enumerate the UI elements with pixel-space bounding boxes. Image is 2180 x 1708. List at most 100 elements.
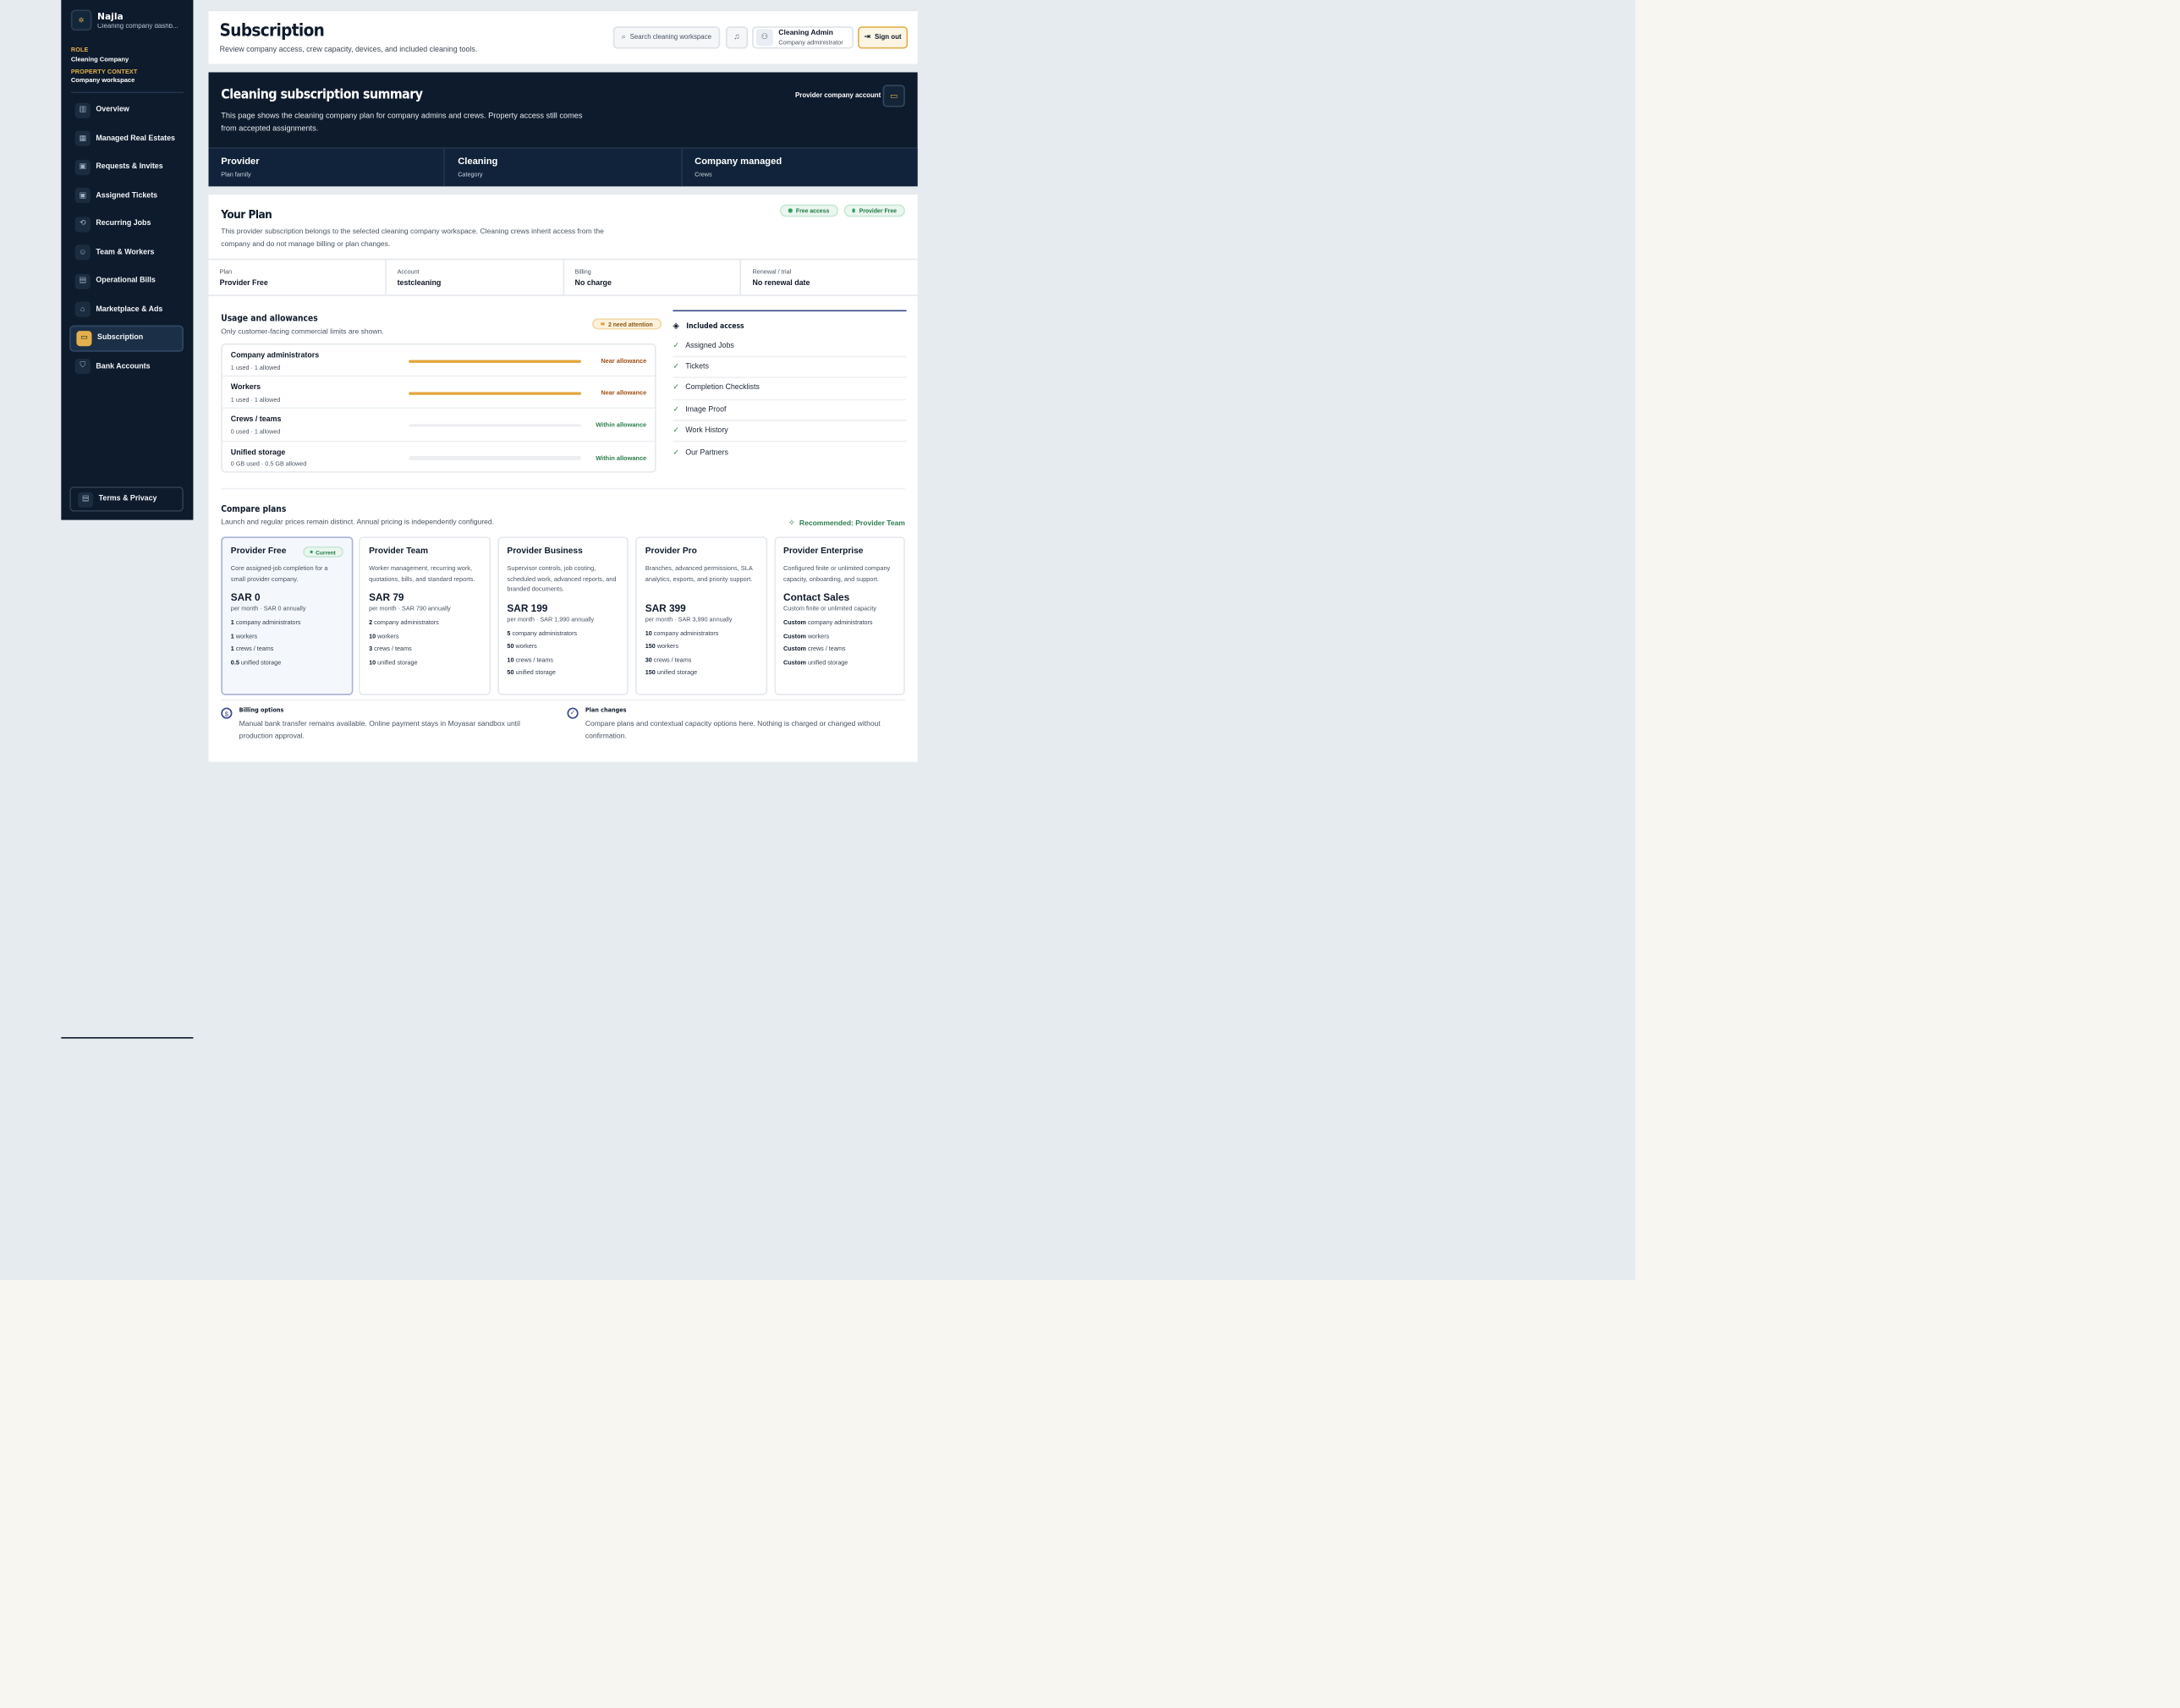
clipboard-icon: ▣ bbox=[74, 188, 91, 204]
plan-feature-label: workers bbox=[807, 631, 830, 640]
plan-card-name: Provider Team bbox=[369, 546, 429, 557]
plan-feature: 10 workers bbox=[369, 632, 480, 645]
dollar-icon: $ bbox=[221, 707, 233, 719]
plan-card[interactable]: Provider Free Current Core assigned-job co… bbox=[221, 536, 353, 695]
plan-feature-label: crews / teams bbox=[653, 655, 692, 663]
included-access-item: ✓ Assigned Jobs bbox=[673, 337, 907, 358]
plan-card[interactable]: Provider Pro Branches, advanced permissio… bbox=[635, 536, 767, 695]
sidebar-item-operational-bills[interactable]: ▤ Operational Bills bbox=[69, 268, 184, 294]
sidebar-item-label: Operational Bills bbox=[96, 277, 156, 286]
stat-label: Crews bbox=[695, 171, 712, 178]
recommended-plan[interactable]: ✧ Recommended: Provider Team bbox=[788, 519, 905, 529]
plan-card-price: SAR 0 bbox=[230, 590, 261, 604]
sidebar-bottom-divider bbox=[61, 1036, 194, 1039]
plan-card-price: SAR 199 bbox=[507, 601, 548, 614]
included-access-item: ✓ Completion Checklists bbox=[673, 379, 907, 400]
plan-feature-amount: Custom bbox=[783, 631, 806, 640]
check-icon: ✓ bbox=[673, 363, 679, 372]
sidebar-item-requests-invites[interactable]: ▣ Requests & Invites bbox=[69, 154, 184, 179]
plan-badge-label: Provider Free bbox=[859, 206, 897, 215]
plan-card-period: Custom finite or unlimited capacity bbox=[783, 604, 876, 612]
plan-feature: 5 company administrators bbox=[507, 629, 618, 643]
sidebar-item-label: Requests & Invites bbox=[96, 162, 163, 172]
plan-feature-amount: 1 bbox=[230, 618, 234, 626]
stat-value: Company managed bbox=[695, 157, 782, 168]
status-dot bbox=[310, 550, 313, 554]
plan-feature-label: crews / teams bbox=[807, 645, 846, 652]
usage-name: Workers bbox=[230, 383, 261, 393]
usage-row: Crews / teams 0 used · 1 allowed Within al… bbox=[222, 409, 656, 442]
plan-card[interactable]: Provider Enterprise Configured finite or … bbox=[773, 536, 905, 695]
plan-feature-label: crews / teams bbox=[374, 645, 412, 652]
plan-card[interactable]: Provider Team Worker management, recurrin… bbox=[359, 536, 491, 695]
plan-card-price: SAR 399 bbox=[645, 601, 686, 614]
sidebar-item-overview[interactable]: ▥ Overview bbox=[69, 97, 184, 123]
sidebar-item-subscription[interactable]: ▭ Subscription bbox=[69, 325, 184, 351]
usage-progress-bar bbox=[409, 359, 581, 363]
brand-name: Najla bbox=[97, 10, 124, 22]
summary-title: Cleaning subscription summary bbox=[221, 87, 423, 103]
plan-card-description: Supervisor controls, job costing, schedu… bbox=[507, 564, 617, 593]
plan-card-description: Branches, advanced permissions, SLA anal… bbox=[645, 564, 753, 582]
usage-detail: 0 used · 1 allowed bbox=[230, 427, 281, 436]
plan-feature-amount: Custom bbox=[783, 645, 806, 652]
plan-feature-label: crews / teams bbox=[235, 645, 274, 652]
terms-label: Terms & Privacy bbox=[98, 495, 157, 503]
user-menu[interactable]: ⚇ Cleaning Admin Company administrator bbox=[752, 26, 854, 49]
plan-feature-label: company administrators bbox=[653, 629, 719, 636]
plan-meta-label: Renewal / trial bbox=[752, 268, 792, 276]
compare-subtitle: Launch and regular prices remain distinc… bbox=[221, 518, 495, 527]
sidebar-item-recurring-jobs[interactable]: ⟲ Recurring Jobs bbox=[69, 211, 184, 237]
sidebar-item-bank-accounts[interactable]: ⛉ Bank Accounts bbox=[69, 354, 184, 379]
plan-title: Your Plan bbox=[221, 206, 272, 222]
plan-feature-amount: 50 bbox=[507, 642, 514, 650]
search-icon: ⌕ bbox=[621, 32, 626, 41]
plan-card-price: SAR 79 bbox=[369, 590, 404, 604]
property-context-label: PROPERTY CONTEXT bbox=[70, 67, 138, 74]
plan-meta: Plan Provider Free Account testcleaning Bill… bbox=[208, 258, 918, 297]
brand[interactable]: ✲ Najla Cleaning company dashb... bbox=[70, 9, 181, 31]
summary-stats: Provider Plan family Cleaning Category Compa… bbox=[208, 147, 918, 187]
terms-privacy-link[interactable]: ▤ Terms & Privacy bbox=[69, 486, 184, 512]
plan-meta-item: Account testcleaning bbox=[386, 260, 564, 295]
included-access-label: Tickets bbox=[685, 363, 709, 372]
check-icon: ✓ bbox=[673, 405, 679, 415]
sidebar-item-label: Recurring Jobs bbox=[96, 220, 151, 228]
plan-feature-label: crews / teams bbox=[515, 655, 554, 663]
summary-stat: Provider Plan family bbox=[208, 148, 446, 187]
sidebar-item-marketplace-ads[interactable]: ⌂ Marketplace & Ads bbox=[69, 297, 184, 322]
stat-label: Category bbox=[458, 171, 483, 178]
plan-feature-amount: 10 bbox=[507, 655, 514, 663]
sidebar-item-label: Assigned Tickets bbox=[96, 191, 158, 200]
usage-detail: 0 GB used · 0.5 GB allowed bbox=[230, 460, 307, 468]
attention-badge: 2 need attention bbox=[592, 318, 662, 330]
check-icon: ✓ bbox=[673, 342, 679, 351]
layers-icon: ◈ bbox=[673, 322, 680, 332]
sign-out-button[interactable]: ⇥ Sign out bbox=[857, 26, 909, 49]
plan-description: This provider subscription belongs to th… bbox=[221, 228, 604, 250]
plan-feature: 10 unified storage bbox=[369, 658, 480, 672]
sidebar-item-assigned-tickets[interactable]: ▣ Assigned Tickets bbox=[69, 183, 184, 208]
notifications-button[interactable]: ♫ bbox=[725, 26, 749, 49]
sidebar: ✲ Najla Cleaning company dashb... ROLE C… bbox=[61, 0, 194, 520]
plan-feature: 2 company administrators bbox=[369, 618, 480, 632]
plan-meta-value: testcleaning bbox=[397, 279, 442, 288]
page-header: Subscription Review company access, crew… bbox=[208, 9, 918, 64]
usage-row: Company administrators 1 used · 1 allowed… bbox=[222, 345, 656, 377]
sign-out-icon: ⇥ bbox=[864, 33, 871, 42]
sidebar-item-managed-real-estates[interactable]: ▦ Managed Real Estates bbox=[69, 126, 184, 151]
search-input[interactable]: ⌕ Search cleaning workspace bbox=[612, 26, 721, 49]
stat-value: Cleaning bbox=[458, 157, 498, 168]
plan-card[interactable]: Provider Business Supervisor controls, jo… bbox=[497, 536, 629, 695]
building-icon: ▦ bbox=[74, 130, 91, 146]
card-icon: ▭ bbox=[882, 85, 905, 107]
included-access-item: ✓ Tickets bbox=[673, 358, 907, 379]
sidebar-item-label: Bank Accounts bbox=[96, 362, 151, 371]
stat-value: Provider bbox=[221, 157, 260, 168]
compare-title: Compare plans bbox=[221, 504, 287, 515]
usage-row: Workers 1 used · 1 allowed Near allowance bbox=[222, 377, 656, 409]
included-access-item: ✓ Image Proof bbox=[673, 400, 907, 421]
plan-card-name: Provider Business bbox=[507, 546, 583, 557]
sidebar-item-team-workers[interactable]: ☺ Team & Workers bbox=[69, 239, 184, 265]
sidebar-item-label: Marketplace & Ads bbox=[96, 305, 163, 314]
